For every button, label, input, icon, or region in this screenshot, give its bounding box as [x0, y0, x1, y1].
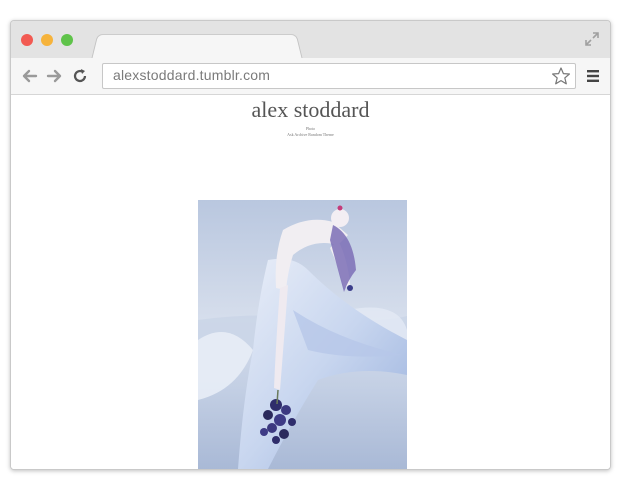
blog-title[interactable]: alex stoddard	[11, 97, 610, 123]
blog-subtitle: Photo	[305, 126, 316, 131]
maximize-window-button[interactable]	[61, 34, 73, 46]
address-bar[interactable]: alexstoddard.tumblr.com	[102, 63, 576, 89]
star-icon[interactable]	[551, 66, 571, 86]
arrow-left-icon[interactable]	[21, 67, 39, 85]
featured-photo[interactable]	[198, 200, 407, 469]
close-window-button[interactable]	[21, 34, 33, 46]
browser-tab[interactable]	[91, 33, 303, 60]
reload-icon[interactable]	[71, 67, 89, 85]
url-text: alexstoddard.tumblr.com	[113, 67, 271, 83]
arrow-right-icon[interactable]	[45, 67, 63, 85]
hamburger-menu-icon[interactable]	[586, 69, 600, 83]
minimize-window-button[interactable]	[41, 34, 53, 46]
blog-nav-links[interactable]: Ask Archive Random Theme	[11, 132, 610, 137]
title-bar	[11, 21, 610, 60]
browser-toolbar: alexstoddard.tumblr.com	[11, 58, 610, 95]
page-content: alex stoddard Photo Ask Archive Random T…	[11, 95, 610, 469]
browser-window: alexstoddard.tumblr.com alex stoddard Ph…	[10, 20, 611, 470]
expand-icon[interactable]	[584, 31, 600, 47]
